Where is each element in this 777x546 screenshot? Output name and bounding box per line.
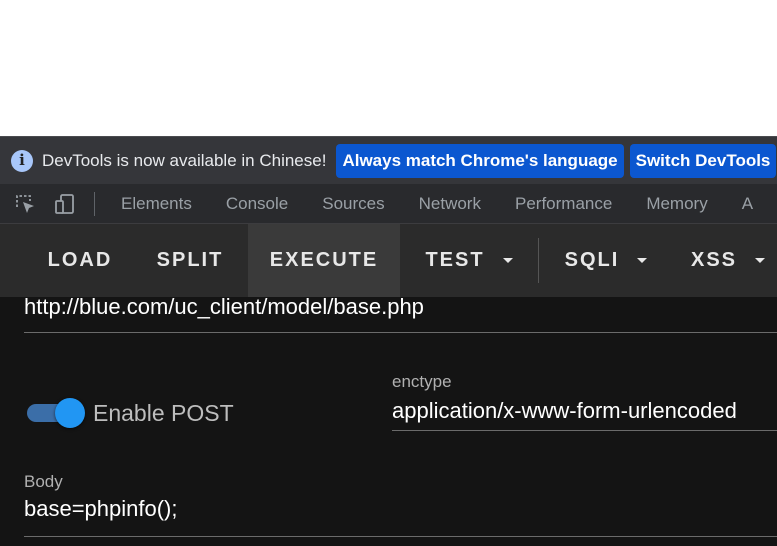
inspect-element-icon[interactable] [13, 192, 37, 216]
test-label: TEST [425, 249, 485, 271]
info-icon: i [11, 149, 33, 172]
body-label: Body [24, 472, 63, 491]
body-input-underline [24, 536, 777, 537]
toggle-thumb [55, 398, 85, 428]
url-input[interactable]: http://blue.com/uc_client/model/base.php [24, 297, 424, 320]
devtools-tab-strip: Elements Console Sources Network Perform… [0, 184, 777, 224]
tab-sources[interactable]: Sources [322, 194, 384, 214]
tab-elements[interactable]: Elements [121, 194, 192, 214]
hackbar-toolbar: LOAD SPLIT EXECUTE TEST SQLI XSS [0, 224, 777, 297]
url-input-underline [24, 332, 777, 333]
load-button[interactable]: LOAD [28, 224, 132, 297]
language-infobar: i DevTools is now available in Chinese! … [0, 136, 777, 184]
infobar-message: DevTools is now available in Chinese! [42, 150, 327, 170]
xss-dropdown-button[interactable]: XSS [673, 224, 777, 297]
enctype-label: enctype [392, 372, 452, 391]
tab-memory[interactable]: Memory [646, 194, 707, 214]
always-match-language-button[interactable]: Always match Chrome's language [336, 143, 624, 178]
page-content-area [0, 0, 777, 136]
enable-post-toggle[interactable] [27, 398, 85, 428]
switch-devtools-button[interactable]: Switch DevTools [629, 143, 777, 178]
device-toolbar-icon[interactable] [53, 192, 77, 216]
test-dropdown-button[interactable]: TEST [400, 224, 538, 297]
hackbar-form: http://blue.com/uc_client/model/base.php… [0, 297, 777, 546]
enctype-underline [392, 430, 777, 431]
xss-label: XSS [690, 249, 738, 271]
enctype-select[interactable]: application/x-www-form-urlencoded [392, 398, 737, 424]
devtools-panel: i DevTools is now available in Chinese! … [0, 136, 777, 546]
tab-network[interactable]: Network [419, 194, 481, 214]
execute-button[interactable]: EXECUTE [248, 224, 400, 297]
toolbar-divider [94, 191, 95, 216]
tab-performance[interactable]: Performance [515, 194, 612, 214]
split-button[interactable]: SPLIT [132, 224, 248, 297]
chevron-down-icon [637, 258, 648, 263]
chevron-down-icon [502, 258, 513, 263]
chevron-down-icon [755, 258, 766, 263]
tab-console[interactable]: Console [226, 194, 288, 214]
sqli-dropdown-button[interactable]: SQLI [539, 224, 673, 297]
tab-application[interactable]: A [742, 194, 753, 214]
sqli-label: SQLI [564, 249, 620, 271]
enable-post-label: Enable POST [93, 400, 234, 426]
body-input[interactable]: base=phpinfo(); [24, 496, 178, 522]
